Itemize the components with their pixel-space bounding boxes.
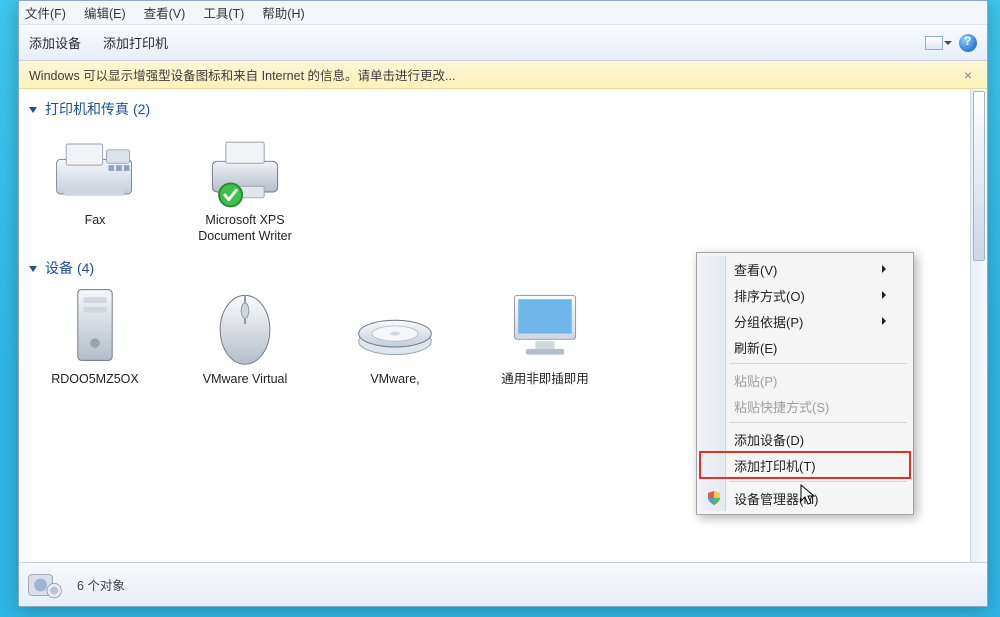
context-menu-device-manager[interactable]: 设备管理器(M) xyxy=(700,485,910,511)
menu-tools[interactable]: 工具(T) xyxy=(203,3,244,22)
group-title: 打印机和传真 xyxy=(45,99,129,119)
context-menu-label: 粘贴快捷方式(S) xyxy=(734,397,829,416)
item-label: Microsoft XPS Document Writer xyxy=(185,213,305,244)
group-header-printers[interactable]: 打印机和传真 (2) xyxy=(19,95,970,125)
group-count: (4) xyxy=(77,260,94,276)
menu-view[interactable]: 查看(V) xyxy=(144,3,186,22)
submenu-arrow-icon xyxy=(882,291,890,299)
printer-icon xyxy=(197,129,293,209)
shield-icon xyxy=(706,490,722,506)
disk-icon xyxy=(347,288,443,368)
context-menu-paste-shortcut: 粘贴快捷方式(S) xyxy=(700,393,910,419)
item-label: 通用非即插即用 xyxy=(501,372,589,388)
fax-icon xyxy=(47,129,143,209)
menu-file[interactable]: 文件(F) xyxy=(25,3,66,22)
submenu-arrow-icon xyxy=(882,265,890,273)
info-bar-text: Windows 可以显示增强型设备图标和来自 Internet 的信息。请单击进… xyxy=(29,65,455,84)
device-item-fax[interactable]: Fax xyxy=(35,129,155,244)
menu-help[interactable]: 帮助(H) xyxy=(262,3,304,22)
menu-separator xyxy=(730,363,907,364)
context-menu-label: 查看(V) xyxy=(734,260,777,279)
submenu-arrow-icon xyxy=(882,317,890,325)
context-menu-add-device[interactable]: 添加设备(D) xyxy=(700,426,910,452)
device-item-computer[interactable]: RDOO5MZ5OX xyxy=(35,288,155,388)
device-item-mouse[interactable]: VMware Virtual xyxy=(185,288,305,388)
help-icon[interactable] xyxy=(959,34,977,52)
vertical-scrollbar[interactable] xyxy=(970,89,987,606)
computer-icon xyxy=(47,288,143,368)
context-menu: 查看(V) 排序方式(O) 分组依据(P) 刷新(E) 粘贴(P) 粘贴快捷方式… xyxy=(696,252,914,515)
context-menu-label: 粘贴(P) xyxy=(734,371,777,390)
status-text: 6 个对象 xyxy=(77,575,125,594)
item-label: RDOO5MZ5OX xyxy=(51,372,139,388)
menu-separator xyxy=(730,481,907,482)
status-bar: 6 个对象 xyxy=(19,562,987,606)
expand-icon xyxy=(29,107,37,113)
scrollbar-thumb[interactable] xyxy=(973,91,985,261)
context-menu-label: 排序方式(O) xyxy=(734,286,805,305)
info-bar-close[interactable]: × xyxy=(959,67,977,83)
group-title: 设备 xyxy=(45,258,73,278)
context-menu-label: 刷新(E) xyxy=(734,338,777,357)
view-layout-button[interactable] xyxy=(925,36,943,50)
group-count: (2) xyxy=(133,101,150,117)
toolbar: 添加设备 添加打印机 xyxy=(19,25,987,61)
expand-icon xyxy=(29,266,37,272)
context-menu-label: 添加设备(D) xyxy=(734,430,804,449)
toolbar-add-device[interactable]: 添加设备 xyxy=(29,33,81,52)
toolbar-add-printer[interactable]: 添加打印机 xyxy=(103,33,168,52)
context-menu-view[interactable]: 查看(V) xyxy=(700,256,910,282)
context-menu-paste: 粘贴(P) xyxy=(700,367,910,393)
device-item-xps[interactable]: Microsoft XPS Document Writer xyxy=(185,129,305,244)
item-label: VMware Virtual xyxy=(203,372,288,388)
menu-separator xyxy=(730,422,907,423)
context-menu-sort[interactable]: 排序方式(O) xyxy=(700,282,910,308)
device-item-disk[interactable]: VMware, xyxy=(335,288,455,388)
monitor-icon xyxy=(497,288,593,368)
info-bar[interactable]: Windows 可以显示增强型设备图标和来自 Internet 的信息。请单击进… xyxy=(19,61,987,89)
item-label: Fax xyxy=(85,213,106,229)
context-menu-label: 添加打印机(T) xyxy=(734,456,816,475)
device-item-monitor[interactable]: 通用非即插即用 xyxy=(485,288,605,388)
context-menu-refresh[interactable]: 刷新(E) xyxy=(700,334,910,360)
context-menu-group[interactable]: 分组依据(P) xyxy=(700,308,910,334)
context-menu-label: 设备管理器(M) xyxy=(734,489,819,508)
item-label: VMware, xyxy=(370,372,419,388)
context-menu-add-printer[interactable]: 添加打印机(T) xyxy=(700,452,910,478)
menu-edit[interactable]: 编辑(E) xyxy=(84,3,126,22)
details-pane-icon xyxy=(27,568,67,602)
menubar: 文件(F) 编辑(E) 查看(V) 工具(T) 帮助(H) xyxy=(19,1,987,25)
mouse-icon xyxy=(197,288,293,368)
context-menu-label: 分组依据(P) xyxy=(734,312,803,331)
